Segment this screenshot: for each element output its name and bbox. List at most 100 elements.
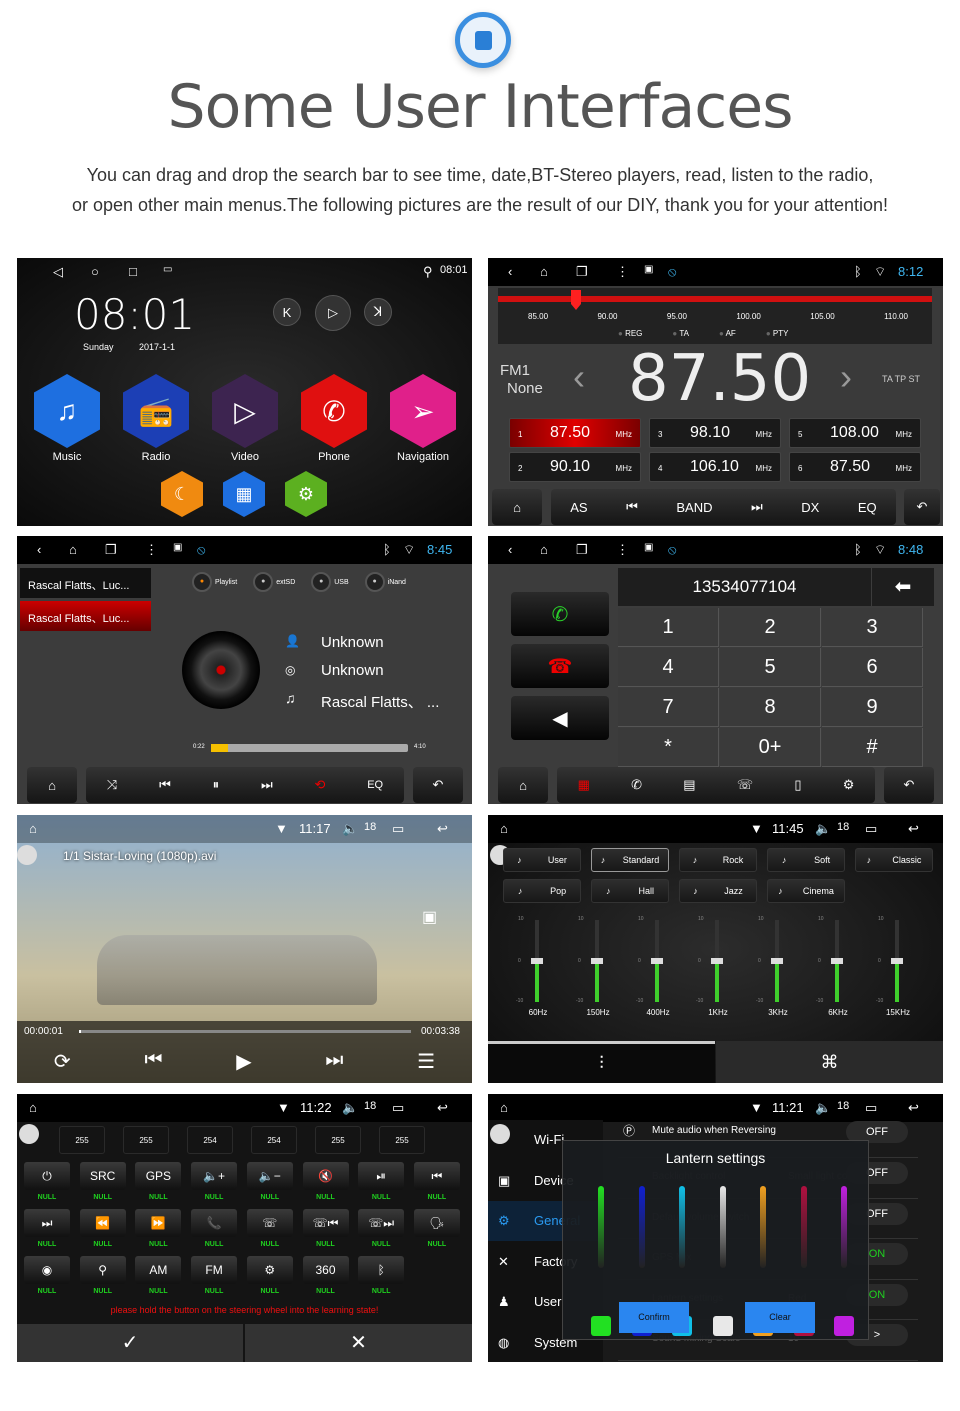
home-icon[interactable]: ○ bbox=[91, 264, 99, 279]
prev-button[interactable]: ⏮ bbox=[159, 777, 171, 793]
key-2[interactable]: 2 bbox=[720, 608, 821, 647]
eq-slider-handle[interactable] bbox=[891, 958, 903, 964]
video-seek-bar[interactable] bbox=[79, 1030, 411, 1033]
eq-slider-handle[interactable] bbox=[831, 958, 843, 964]
steering-key-button[interactable]: 📞 bbox=[191, 1209, 238, 1237]
play-button[interactable]: ▶ bbox=[236, 1049, 251, 1074]
radio-toolbar-button[interactable]: AS bbox=[570, 500, 587, 515]
preset-5[interactable]: 5 108.00 MHz bbox=[789, 418, 921, 448]
confirm-button[interactable]: ✓ bbox=[17, 1324, 243, 1362]
settings-tab[interactable]: ⚙ bbox=[843, 777, 855, 793]
playlist-item[interactable]: Rascal Flatts、Luc... bbox=[20, 568, 151, 598]
recents-icon[interactable]: ❐ bbox=[105, 542, 117, 558]
steering-key-button[interactable]: ⏻ bbox=[24, 1162, 70, 1190]
eq-band-400Hz[interactable]: 10 0 -10 400Hz bbox=[636, 916, 678, 1020]
next-button[interactable]: ⏭ bbox=[261, 777, 273, 793]
eq-band-6KHz[interactable]: 10 0 -10 6KHz bbox=[816, 916, 858, 1020]
key-6[interactable]: 6 bbox=[822, 648, 923, 687]
eq-preset-classic[interactable]: ♪ Classic bbox=[855, 848, 933, 872]
eq-preset-hall[interactable]: ♪ Hall bbox=[591, 879, 669, 903]
home-icon[interactable]: ⌂ bbox=[29, 1100, 37, 1115]
eq-preset-jazz[interactable]: ♪ Jazz bbox=[679, 879, 757, 903]
eq-preset-rock[interactable]: ♪ Rock bbox=[679, 848, 757, 872]
steering-key-button[interactable]: ᛒ bbox=[358, 1256, 405, 1284]
play-button[interactable]: ▷ bbox=[315, 295, 351, 331]
screenshot-icon[interactable]: ▭ bbox=[163, 264, 172, 275]
source-extsd[interactable]: ● extSD bbox=[253, 572, 295, 592]
recents-icon[interactable]: □ bbox=[129, 264, 137, 279]
key-8[interactable]: 8 bbox=[720, 688, 821, 727]
steering-key-button[interactable]: GPS bbox=[135, 1162, 182, 1190]
steering-key-button[interactable]: ◉ bbox=[24, 1256, 70, 1284]
home-button[interactable]: ⌂ bbox=[27, 767, 77, 803]
eq-preset-pop[interactable]: ♪ Pop bbox=[503, 879, 581, 903]
source-usb[interactable]: ● USB bbox=[311, 572, 349, 592]
eq-preset-cinema[interactable]: ♪ Cinema bbox=[767, 879, 845, 903]
contacts-tab[interactable]: ▤ bbox=[683, 777, 695, 793]
home-icon[interactable]: ⌂ bbox=[540, 542, 548, 557]
source-inand[interactable]: ● iNand bbox=[364, 572, 406, 592]
steering-key-button[interactable]: ⚙ bbox=[246, 1256, 293, 1284]
key-4[interactable]: 4 bbox=[618, 648, 719, 687]
menu-icon[interactable]: ⋮ bbox=[616, 264, 629, 280]
confirm-button[interactable]: Confirm bbox=[619, 1302, 689, 1333]
eq-slider-handle[interactable] bbox=[591, 958, 603, 964]
key-5[interactable]: 5 bbox=[720, 648, 821, 687]
seek-down-button[interactable]: ‹ bbox=[573, 356, 585, 398]
playlist-item-active[interactable]: Rascal Flatts、Luc... bbox=[20, 601, 151, 631]
back-icon[interactable]: ↩ bbox=[437, 1100, 448, 1116]
radio-toolbar-button[interactable]: ⏭ bbox=[751, 499, 763, 515]
pip-icon[interactable]: ▣ bbox=[422, 907, 437, 927]
eq-preset-user[interactable]: ♪ User bbox=[503, 848, 581, 872]
home-button[interactable]: ⌂ bbox=[498, 767, 548, 803]
phone-device-tab[interactable]: ▯ bbox=[794, 777, 801, 793]
prev-track-button[interactable]: K bbox=[273, 298, 301, 326]
steering-key-button[interactable]: ⏯ bbox=[358, 1162, 405, 1190]
eq-tab[interactable]: ⫶ bbox=[488, 1044, 715, 1083]
repeat-button[interactable]: ⟳ bbox=[54, 1049, 71, 1074]
next-button[interactable]: ⏭ bbox=[325, 1049, 343, 1074]
flag-pty[interactable]: ● PTY bbox=[766, 329, 789, 338]
recents-icon[interactable]: ▭ bbox=[392, 1100, 404, 1116]
steering-key-button[interactable]: ⏭ bbox=[24, 1209, 70, 1237]
home-icon[interactable]: ⌂ bbox=[69, 542, 77, 557]
eq-slider-handle[interactable] bbox=[651, 958, 663, 964]
floating-ball[interactable] bbox=[490, 1124, 510, 1144]
mute-button[interactable]: ◀ bbox=[511, 696, 609, 740]
steering-key-button[interactable]: 🔈+ bbox=[191, 1162, 238, 1190]
recents-icon[interactable]: ▭ bbox=[392, 821, 404, 837]
radio-toolbar-button[interactable]: EQ bbox=[858, 500, 877, 515]
preset-2[interactable]: 2 90.10 MHz bbox=[509, 452, 641, 482]
seek-up-button[interactable]: › bbox=[840, 356, 852, 398]
app-phone[interactable]: ✆ bbox=[301, 374, 367, 448]
back-icon[interactable]: ↩ bbox=[437, 821, 448, 837]
radio-toolbar-button[interactable]: DX bbox=[801, 500, 819, 515]
back-icon[interactable]: ↩ bbox=[908, 821, 919, 837]
steering-key-button[interactable]: ⏪ bbox=[79, 1209, 126, 1237]
steering-key-button[interactable]: AM bbox=[135, 1256, 182, 1284]
source-playlist[interactable]: ● Playlist bbox=[192, 572, 237, 592]
steering-key-button[interactable]: ☏⏮ bbox=[302, 1209, 349, 1237]
steering-key-button[interactable]: 🔇 bbox=[302, 1162, 349, 1190]
back-icon[interactable]: ◁ bbox=[53, 264, 63, 280]
flag-ta[interactable]: ● TA bbox=[672, 329, 689, 338]
tuner-scale[interactable]: 85.00 90.00 95.00 100.00 105.00 110.00 ● REG ●… bbox=[498, 288, 932, 344]
preset-3[interactable]: 3 98.10 MHz bbox=[649, 418, 781, 448]
lantern-color-swatch[interactable] bbox=[834, 1316, 854, 1336]
key-1[interactable]: 1 bbox=[618, 608, 719, 647]
number-display[interactable]: 13534077104 bbox=[618, 568, 871, 606]
call-log-tab[interactable]: ✆ bbox=[631, 777, 642, 793]
preset-6[interactable]: 6 87.50 MHz bbox=[789, 452, 921, 482]
eq-band-60Hz[interactable]: 10 0 -10 60Hz bbox=[516, 916, 558, 1020]
dialpad-tab[interactable]: ▦ bbox=[578, 777, 590, 793]
quick-gear-button[interactable]: ⚙ bbox=[285, 471, 327, 517]
flag-af[interactable]: ● AF bbox=[719, 329, 736, 338]
steering-key-button[interactable]: ⏩ bbox=[135, 1209, 182, 1237]
back-icon[interactable]: ‹ bbox=[508, 264, 512, 279]
key-*[interactable]: * bbox=[618, 728, 719, 767]
call-transfer-tab[interactable]: ☏ bbox=[737, 777, 753, 793]
key-#[interactable]: # bbox=[822, 728, 923, 767]
shuffle-button[interactable]: ⤨ bbox=[107, 777, 117, 793]
key-9[interactable]: 9 bbox=[822, 688, 923, 727]
recents-icon[interactable]: ▭ bbox=[865, 1100, 877, 1116]
